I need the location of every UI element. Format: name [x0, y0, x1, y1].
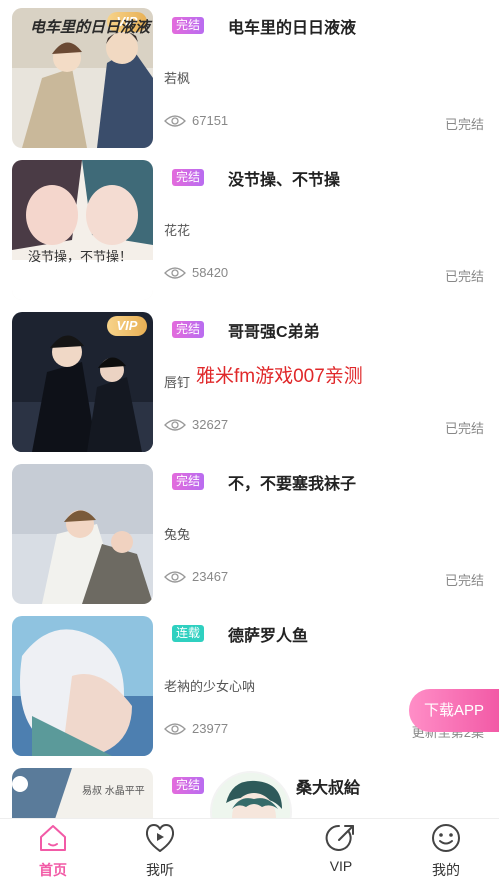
cover-title: 电车里的日日液液 — [30, 19, 151, 36]
tab-listening[interactable]: 我听 — [120, 819, 200, 888]
tab-label: 首页 — [39, 862, 67, 878]
status-tag: 完结 — [172, 17, 205, 34]
status-tag: 完结 — [172, 777, 205, 794]
book-title[interactable]: 没节操、不节操 — [228, 166, 340, 190]
status-tag: 完结 — [172, 321, 205, 338]
eye-icon — [164, 571, 186, 583]
status-tag: 完结 — [172, 473, 205, 490]
vip-arrow-icon — [325, 824, 354, 851]
book-cover[interactable]: VIP 电车里的日日液液 — [12, 8, 153, 148]
book-list: VIP 电车里的日日液液 完结 电车里的日日液液 若枫 67151 已完结 没节… — [0, 0, 499, 888]
eye-icon — [164, 267, 186, 279]
cover-title: 没节操，不节操！ — [28, 249, 133, 264]
play-heart-icon — [145, 824, 175, 852]
book-item[interactable]: 没节操，不节操！ 完结 没节操、不节操 花花 58420 已完结 — [0, 152, 499, 304]
view-count: 67151 — [192, 113, 229, 128]
book-author: 花花 — [164, 223, 191, 238]
book-author: 老衲的少女心呐 — [164, 679, 256, 694]
eye-icon — [164, 723, 186, 735]
book-title[interactable]: 不，不要塞我袜子 — [228, 470, 356, 494]
tab-label: 我的 — [432, 862, 460, 878]
book-cover[interactable]: VIP — [12, 312, 153, 452]
cover-title: 易叔 水晶平平 — [82, 786, 145, 797]
cover-image — [12, 160, 153, 300]
book-item[interactable]: 完结 不，不要塞我袜子 兔兔 23467 已完结 — [0, 456, 499, 608]
cover-image — [12, 464, 153, 604]
eye-icon — [164, 419, 186, 431]
view-count: 23977 — [192, 721, 229, 736]
vip-badge: VIP — [107, 316, 147, 336]
tab-label: 我听 — [146, 862, 174, 878]
book-item[interactable]: VIP 电车里的日日液液 完结 电车里的日日液液 若枫 67151 已完结 — [0, 0, 499, 152]
bottom-tab-bar: 首页 我听 VIP 我的 — [0, 818, 499, 888]
home-icon — [40, 825, 66, 851]
book-author: 兔兔 — [164, 527, 191, 542]
view-count: 32627 — [192, 417, 229, 432]
book-title[interactable]: 桑大叔給 — [296, 774, 360, 798]
tab-mine[interactable]: 我的 — [406, 819, 486, 888]
book-title[interactable]: 德萨罗人鱼 — [228, 622, 308, 646]
book-cover[interactable] — [12, 616, 153, 756]
book-author: 唇钉 — [164, 375, 191, 390]
book-title[interactable]: 哥哥强C弟弟 — [228, 318, 320, 342]
download-app-button[interactable]: 下载APP — [409, 689, 499, 732]
book-cover[interactable] — [12, 464, 153, 604]
tab-home[interactable]: 首页 — [13, 819, 93, 888]
smile-icon — [432, 824, 460, 852]
status-tag: 连载 — [172, 625, 205, 642]
view-count: 23467 — [192, 569, 229, 584]
tab-label: VIP — [329, 858, 353, 874]
eye-icon — [164, 115, 186, 127]
update-state: 已完结 — [444, 269, 484, 284]
book-cover[interactable]: 没节操，不节操！ — [12, 160, 153, 300]
watermark-text: 雅米fm游戏007亲测 — [196, 366, 363, 387]
book-author: 若枫 — [164, 71, 191, 86]
book-item[interactable]: 连载 德萨罗人鱼 老衲的少女心呐 23977 更新至第2集 — [0, 608, 499, 760]
update-state: 已完结 — [444, 573, 484, 588]
cover-image — [12, 616, 153, 756]
tab-vip[interactable]: VIP — [301, 819, 381, 888]
update-state: 已完结 — [444, 117, 484, 132]
update-state: 已完结 — [444, 421, 484, 436]
view-count: 58420 — [192, 265, 229, 280]
status-tag: 完结 — [172, 169, 205, 186]
book-title[interactable]: 电车里的日日液液 — [228, 14, 356, 38]
